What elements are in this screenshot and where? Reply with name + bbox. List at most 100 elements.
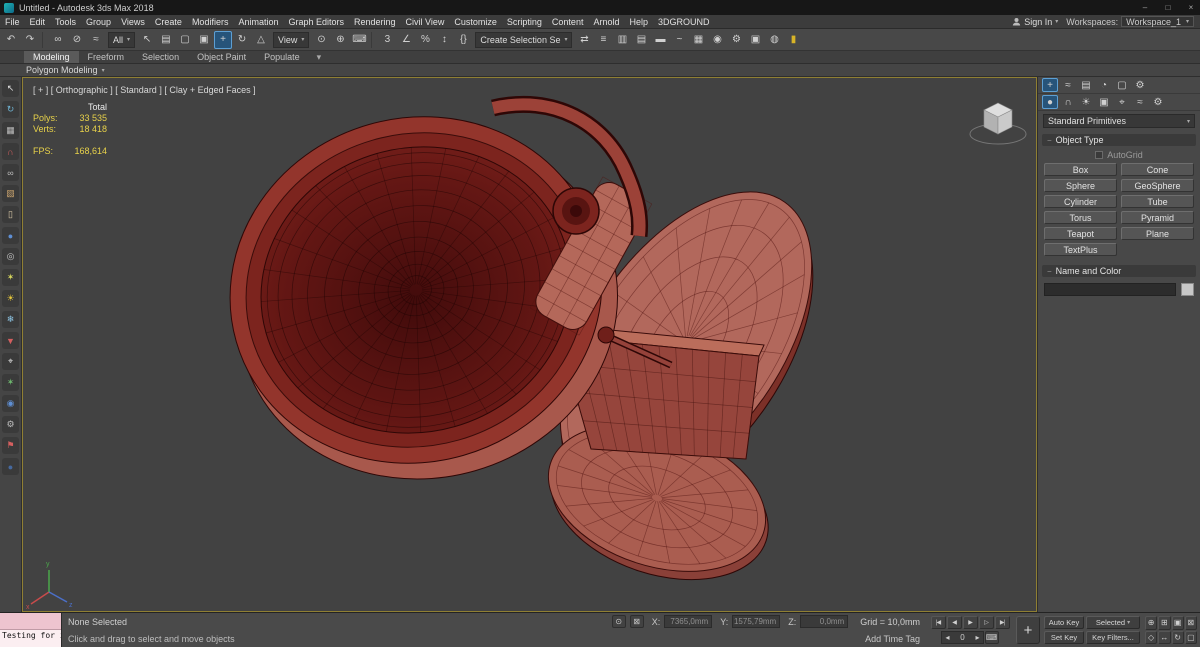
geosphere-button[interactable]: GeoSphere: [1121, 179, 1194, 192]
curve-editor-icon[interactable]: ~: [670, 31, 688, 49]
object-color-swatch[interactable]: [1181, 283, 1194, 296]
cone-button[interactable]: Cone: [1121, 163, 1194, 176]
schematic-view-icon[interactable]: ▦: [689, 31, 707, 49]
menu-item-views[interactable]: Views: [116, 17, 150, 27]
ribbon-tab-selection[interactable]: Selection: [133, 51, 188, 63]
play-button[interactable]: ▶: [963, 616, 978, 629]
geometry-category-icon[interactable]: ●: [1042, 95, 1058, 109]
ribbon-tab-freeform[interactable]: Freeform: [79, 51, 134, 63]
modify-tab-icon[interactable]: ≈: [1060, 78, 1076, 92]
sign-in-menu[interactable]: Sign In ▾: [1004, 17, 1066, 27]
crosshair-icon[interactable]: ⌖: [2, 353, 19, 370]
sun-icon[interactable]: ☀: [2, 290, 19, 307]
display-tab-icon[interactable]: ▢: [1114, 78, 1130, 92]
undo-icon[interactable]: ↶: [2, 31, 20, 49]
orbit-icon[interactable]: ↻: [1172, 631, 1184, 645]
reference-coordinate-dropdown[interactable]: View▾: [273, 32, 309, 48]
close-button[interactable]: ×: [1182, 0, 1200, 15]
selection-filter-dropdown[interactable]: All▾: [108, 32, 135, 48]
set-keys-button[interactable]: +: [1016, 616, 1040, 644]
object-type-rollout-header[interactable]: − Object Type: [1042, 134, 1196, 146]
render-production-icon[interactable]: ◍: [765, 31, 783, 49]
gear-icon[interactable]: ⚙: [2, 416, 19, 433]
sphere-button[interactable]: Sphere: [1044, 179, 1117, 192]
scene-explorer-icon[interactable]: ▥: [613, 31, 631, 49]
ribbon-tab-modeling[interactable]: Modeling: [24, 51, 79, 63]
star-icon[interactable]: ✶: [2, 269, 19, 286]
menu-item-scripting[interactable]: Scripting: [502, 17, 547, 27]
menu-item-animation[interactable]: Animation: [233, 17, 283, 27]
zoom-icon[interactable]: ⊕: [1145, 616, 1157, 630]
object-name-field[interactable]: [1044, 283, 1176, 296]
named-selection-set-dropdown[interactable]: Create Selection Se▾: [475, 32, 572, 48]
textplus-button[interactable]: TextPlus: [1044, 243, 1117, 256]
redo-icon[interactable]: ↷: [21, 31, 39, 49]
zoom-extents-icon[interactable]: ▣: [1172, 616, 1184, 630]
listener-line[interactable]: Testing for i: [0, 630, 61, 647]
unlink-selection-icon[interactable]: ⊘: [68, 31, 86, 49]
go-to-start-button[interactable]: |◀: [931, 616, 946, 629]
menu-item-arnold[interactable]: Arnold: [588, 17, 624, 27]
magnet-icon[interactable]: ∩: [2, 143, 19, 160]
render-setup-icon[interactable]: ⚙: [727, 31, 745, 49]
minimize-button[interactable]: –: [1136, 0, 1154, 15]
viewport-canvas[interactable]: x y z: [23, 78, 1036, 611]
name-and-color-rollout-header[interactable]: − Name and Color: [1042, 265, 1196, 277]
key-mode-dropdown[interactable]: Selected ▾: [1086, 616, 1140, 629]
cameras-category-icon[interactable]: ▣: [1096, 95, 1112, 109]
previous-frame-button[interactable]: ◀: [947, 616, 962, 629]
rendered-frame-icon[interactable]: ▣: [746, 31, 764, 49]
dark-sphere-icon[interactable]: ●: [2, 458, 19, 475]
helpers-category-icon[interactable]: ⌖: [1114, 95, 1130, 109]
menu-item-rendering[interactable]: Rendering: [349, 17, 401, 27]
pan-icon[interactable]: ↔: [1158, 631, 1170, 645]
menu-item-civil-view[interactable]: Civil View: [401, 17, 450, 27]
torus-icon[interactable]: ◎: [2, 248, 19, 265]
spin-right-icon[interactable]: ▸: [976, 633, 980, 642]
set-key-button[interactable]: Set Key: [1044, 631, 1084, 644]
plane-button[interactable]: Plane: [1121, 227, 1194, 240]
select-by-name-icon[interactable]: ▤: [157, 31, 175, 49]
next-frame-button[interactable]: ▷: [979, 616, 994, 629]
link-chain-icon[interactable]: ∞: [2, 164, 19, 181]
refresh-icon[interactable]: ↻: [2, 101, 19, 118]
maximize-button[interactable]: □: [1159, 0, 1177, 15]
menu-item-3dground[interactable]: 3DGROUND: [653, 17, 715, 27]
add-time-tag[interactable]: Add Time Tag: [865, 634, 920, 644]
zoom-extents-all-icon[interactable]: ⊠: [1185, 616, 1197, 630]
droplet-icon[interactable]: ▼: [2, 332, 19, 349]
capsule-icon[interactable]: ▯: [2, 206, 19, 223]
named-selection-sets-icon[interactable]: {}: [454, 31, 472, 49]
menu-item-help[interactable]: Help: [624, 17, 653, 27]
viewport-view-label[interactable]: [ + ] [ Orthographic ] [ Standard ] [ Cl…: [33, 85, 256, 95]
leaf-icon[interactable]: ✶: [2, 374, 19, 391]
go-to-end-button[interactable]: ▶|: [995, 616, 1010, 629]
window-crossing-icon[interactable]: ▣: [195, 31, 213, 49]
flag-icon[interactable]: ⚑: [2, 437, 19, 454]
lock-selection-icon[interactable]: ⊠: [630, 615, 644, 628]
ribbon-tab-populate[interactable]: Populate: [255, 51, 309, 63]
grid-chart-icon[interactable]: ▦: [2, 122, 19, 139]
cube-icon[interactable]: ▧: [2, 185, 19, 202]
workspace-dropdown[interactable]: Workspace_1 ▾: [1121, 16, 1194, 27]
viewcube[interactable]: [970, 103, 1026, 144]
bind-to-space-warp-icon[interactable]: ≈: [87, 31, 105, 49]
select-object-icon[interactable]: ↖: [138, 31, 156, 49]
torus-button[interactable]: Torus: [1044, 211, 1117, 224]
select-and-rotate-icon[interactable]: ↻: [233, 31, 251, 49]
menu-item-tools[interactable]: Tools: [50, 17, 81, 27]
menu-item-content[interactable]: Content: [547, 17, 589, 27]
isolate-selection-icon[interactable]: ⊙: [612, 615, 626, 628]
spacewarps-category-icon[interactable]: ≈: [1132, 95, 1148, 109]
rectangular-selection-region-icon[interactable]: ▢: [176, 31, 194, 49]
pyramid-button[interactable]: Pyramid: [1121, 211, 1194, 224]
3dground-plugin-icon[interactable]: ▮: [784, 31, 802, 49]
percent-snap-icon[interactable]: %: [416, 31, 434, 49]
fov-icon[interactable]: ◇: [1145, 631, 1157, 645]
viewport[interactable]: x y z [ + ] [ Orthographic ] [ Standard …: [22, 77, 1037, 612]
auto-key-button[interactable]: Auto Key: [1044, 616, 1084, 629]
menu-item-create[interactable]: Create: [150, 17, 187, 27]
utilities-tab-icon[interactable]: ⚙: [1132, 78, 1148, 92]
create-tab-icon[interactable]: +: [1042, 78, 1058, 92]
menu-item-file[interactable]: File: [0, 17, 25, 27]
